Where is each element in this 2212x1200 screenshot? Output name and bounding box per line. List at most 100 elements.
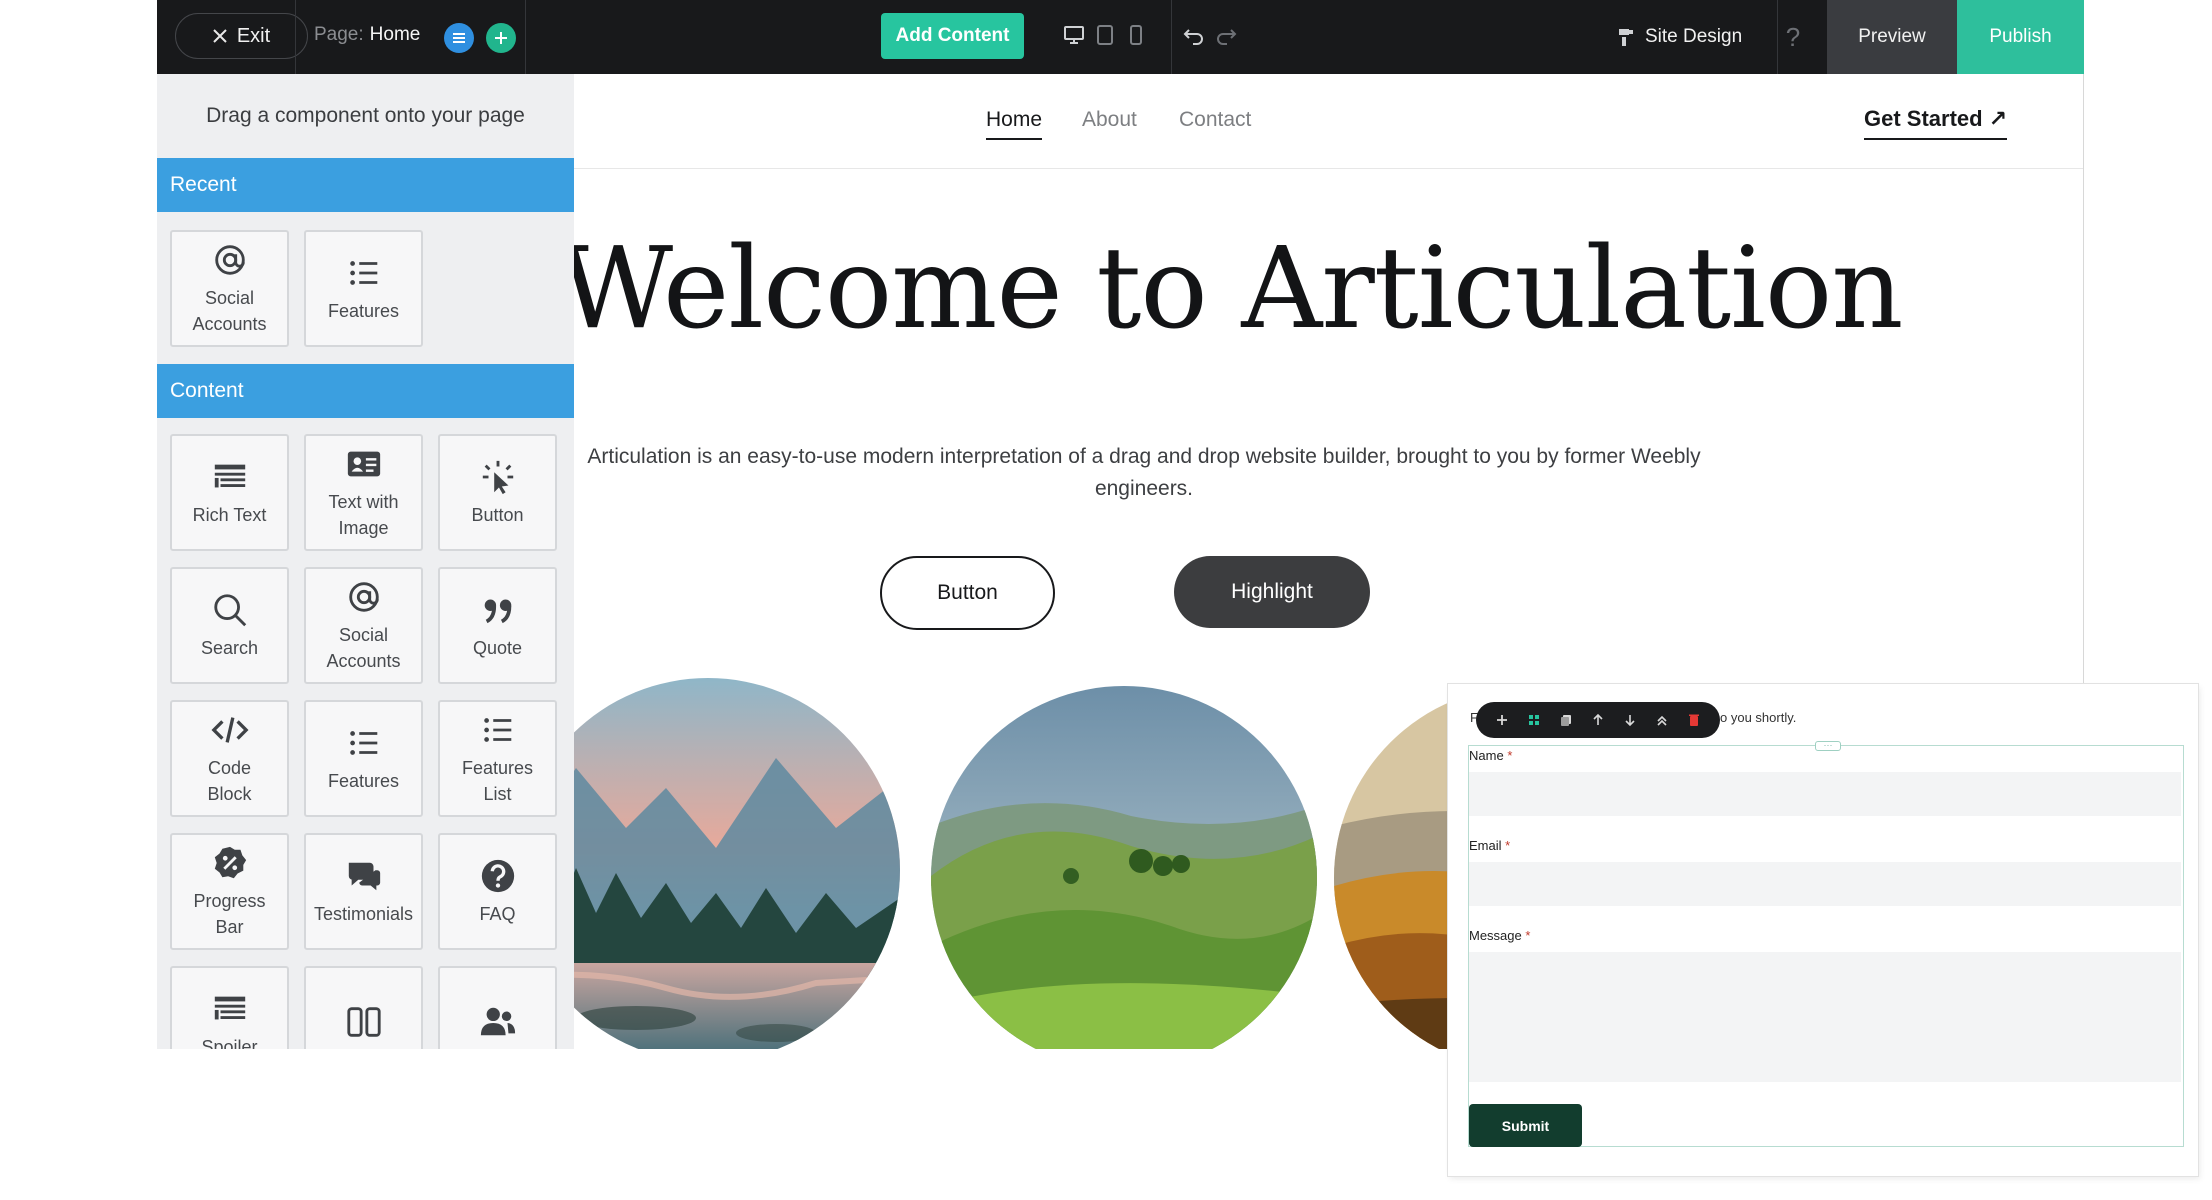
nav-link-about[interactable]: About xyxy=(1082,108,1137,132)
component-search[interactable]: Search xyxy=(170,567,289,684)
exit-button[interactable]: Exit xyxy=(175,13,308,59)
component-features[interactable]: Features xyxy=(304,230,423,347)
component-label: Button xyxy=(471,504,524,525)
landscape-image-mountains[interactable] xyxy=(574,678,900,1049)
block-action-toolbar xyxy=(1476,702,1720,738)
component-progress-bar[interactable]: Progress Bar xyxy=(170,833,289,950)
required-marker: * xyxy=(1525,928,1531,943)
arrow-down-icon[interactable] xyxy=(1623,713,1637,727)
site-design-button[interactable]: Site Design xyxy=(1617,0,1742,74)
required-marker: * xyxy=(1505,838,1511,853)
publish-button[interactable]: Publish xyxy=(1957,0,2084,74)
click-pointer-icon xyxy=(482,460,513,494)
hero-title[interactable]: Welcome to Articulation xyxy=(574,224,1903,354)
component-label: Quote xyxy=(472,637,523,658)
list-icon xyxy=(349,730,377,755)
component-team[interactable] xyxy=(438,966,557,1049)
email-field[interactable] xyxy=(1469,862,2181,906)
email-field-label: Email * xyxy=(1469,838,1510,853)
question-circle-icon xyxy=(481,859,514,892)
add-content-button[interactable]: Add Content xyxy=(881,13,1024,59)
hero-highlight-button[interactable]: Highlight xyxy=(1174,556,1370,628)
rich-text-icon xyxy=(214,464,245,487)
menu-icon xyxy=(453,33,465,43)
users-icon xyxy=(480,1007,515,1035)
tablet-view-icon[interactable] xyxy=(1095,24,1115,46)
component-social-accounts[interactable]: Social Accounts xyxy=(304,567,423,684)
landscape-image-green-hills[interactable] xyxy=(931,686,1317,1049)
hero-text[interactable]: Articulation is an easy-to-use modern in… xyxy=(574,441,1744,505)
component-label: Code Block xyxy=(207,757,252,804)
arrow-up-right-icon: ↗ xyxy=(1988,106,2008,131)
contact-form-block[interactable]: F o you shortly. ··· Name * Email * Mess… xyxy=(1448,684,2198,1176)
delete-icon[interactable] xyxy=(1687,713,1701,727)
form-fields-container: ··· Name * Email * Message * Submit xyxy=(1468,741,2184,1147)
component-features[interactable]: Features xyxy=(304,700,423,817)
name-field[interactable] xyxy=(1469,772,2181,816)
add-page-button[interactable] xyxy=(486,23,516,53)
site-design-label: Site Design xyxy=(1645,26,1743,47)
get-started-label: Get Started xyxy=(1864,106,1983,131)
component-label: Social Accounts xyxy=(326,624,401,671)
page-name: Home xyxy=(369,24,421,45)
toolbar-divider xyxy=(525,0,526,74)
help-button[interactable]: ? xyxy=(1778,0,1808,74)
double-chevron-up-icon[interactable] xyxy=(1655,713,1669,727)
message-field-label: Message * xyxy=(1469,928,1530,943)
component-label: Rich Text xyxy=(192,504,267,525)
plus-icon[interactable] xyxy=(1495,713,1509,727)
at-icon xyxy=(348,581,379,612)
quote-icon xyxy=(484,599,511,623)
section-header-recent[interactable]: Recent xyxy=(157,158,574,212)
close-icon xyxy=(213,29,227,43)
component-text-with-image[interactable]: Text with Image xyxy=(304,434,423,551)
component-label: Features xyxy=(327,770,400,791)
list-icon xyxy=(349,260,377,285)
nav-link-contact[interactable]: Contact xyxy=(1179,108,1251,132)
undo-icon[interactable] xyxy=(1183,24,1205,46)
plus-icon xyxy=(495,32,507,44)
component-testimonials[interactable]: Testimonials xyxy=(304,833,423,950)
page-selector[interactable]: Page: Home xyxy=(314,0,420,70)
field-label-text: Email xyxy=(1469,838,1502,853)
component-code-block[interactable]: Code Block xyxy=(170,700,289,817)
message-field[interactable] xyxy=(1469,952,2181,1082)
get-started-link[interactable]: Get Started ↗ xyxy=(1864,106,2008,140)
submit-button[interactable]: Submit xyxy=(1469,1104,1582,1147)
percent-badge-icon xyxy=(214,846,246,878)
site-navigation: Home About Contact Get Started ↗ xyxy=(574,74,2084,169)
component-label: Social Accounts xyxy=(192,287,267,334)
resize-handle[interactable]: ··· xyxy=(1815,741,1841,751)
grid-icon[interactable] xyxy=(1527,713,1541,727)
required-marker: * xyxy=(1507,748,1513,763)
exit-label: Exit xyxy=(236,24,271,47)
component-label: Features xyxy=(327,300,400,321)
component-label: Search xyxy=(200,637,259,658)
redo-icon[interactable] xyxy=(1215,24,1237,46)
desktop-view-icon[interactable] xyxy=(1063,24,1085,46)
component-quote[interactable]: Quote xyxy=(438,567,557,684)
component-columns[interactable] xyxy=(304,966,423,1049)
preview-button[interactable]: Preview xyxy=(1827,0,1957,74)
component-rich-text[interactable]: Rich Text xyxy=(170,434,289,551)
component-label: Progress Bar xyxy=(193,890,266,937)
component-label: FAQ xyxy=(479,903,516,924)
toolbar-divider xyxy=(295,0,296,74)
component-panel: Drag a component onto your page Recent S… xyxy=(157,74,574,1049)
component-faq[interactable]: FAQ xyxy=(438,833,557,950)
editor-toolbar: Exit Page: Home Add Content Site Design … xyxy=(157,0,2084,74)
component-button[interactable]: Button xyxy=(438,434,557,551)
toolbar-divider xyxy=(1171,0,1172,74)
search-icon xyxy=(213,593,246,626)
copy-icon[interactable] xyxy=(1559,713,1573,727)
at-icon xyxy=(214,244,245,275)
mobile-view-icon[interactable] xyxy=(1127,24,1145,46)
arrow-up-icon[interactable] xyxy=(1591,713,1605,727)
component-spoiler[interactable]: Spoiler xyxy=(170,966,289,1049)
hero-button[interactable]: Button xyxy=(880,556,1055,630)
page-menu-button[interactable] xyxy=(444,23,474,53)
section-header-content[interactable]: Content xyxy=(157,364,574,418)
nav-link-home[interactable]: Home xyxy=(986,108,1043,140)
component-features-list[interactable]: Features List xyxy=(438,700,557,817)
component-social-accounts[interactable]: Social Accounts xyxy=(170,230,289,347)
